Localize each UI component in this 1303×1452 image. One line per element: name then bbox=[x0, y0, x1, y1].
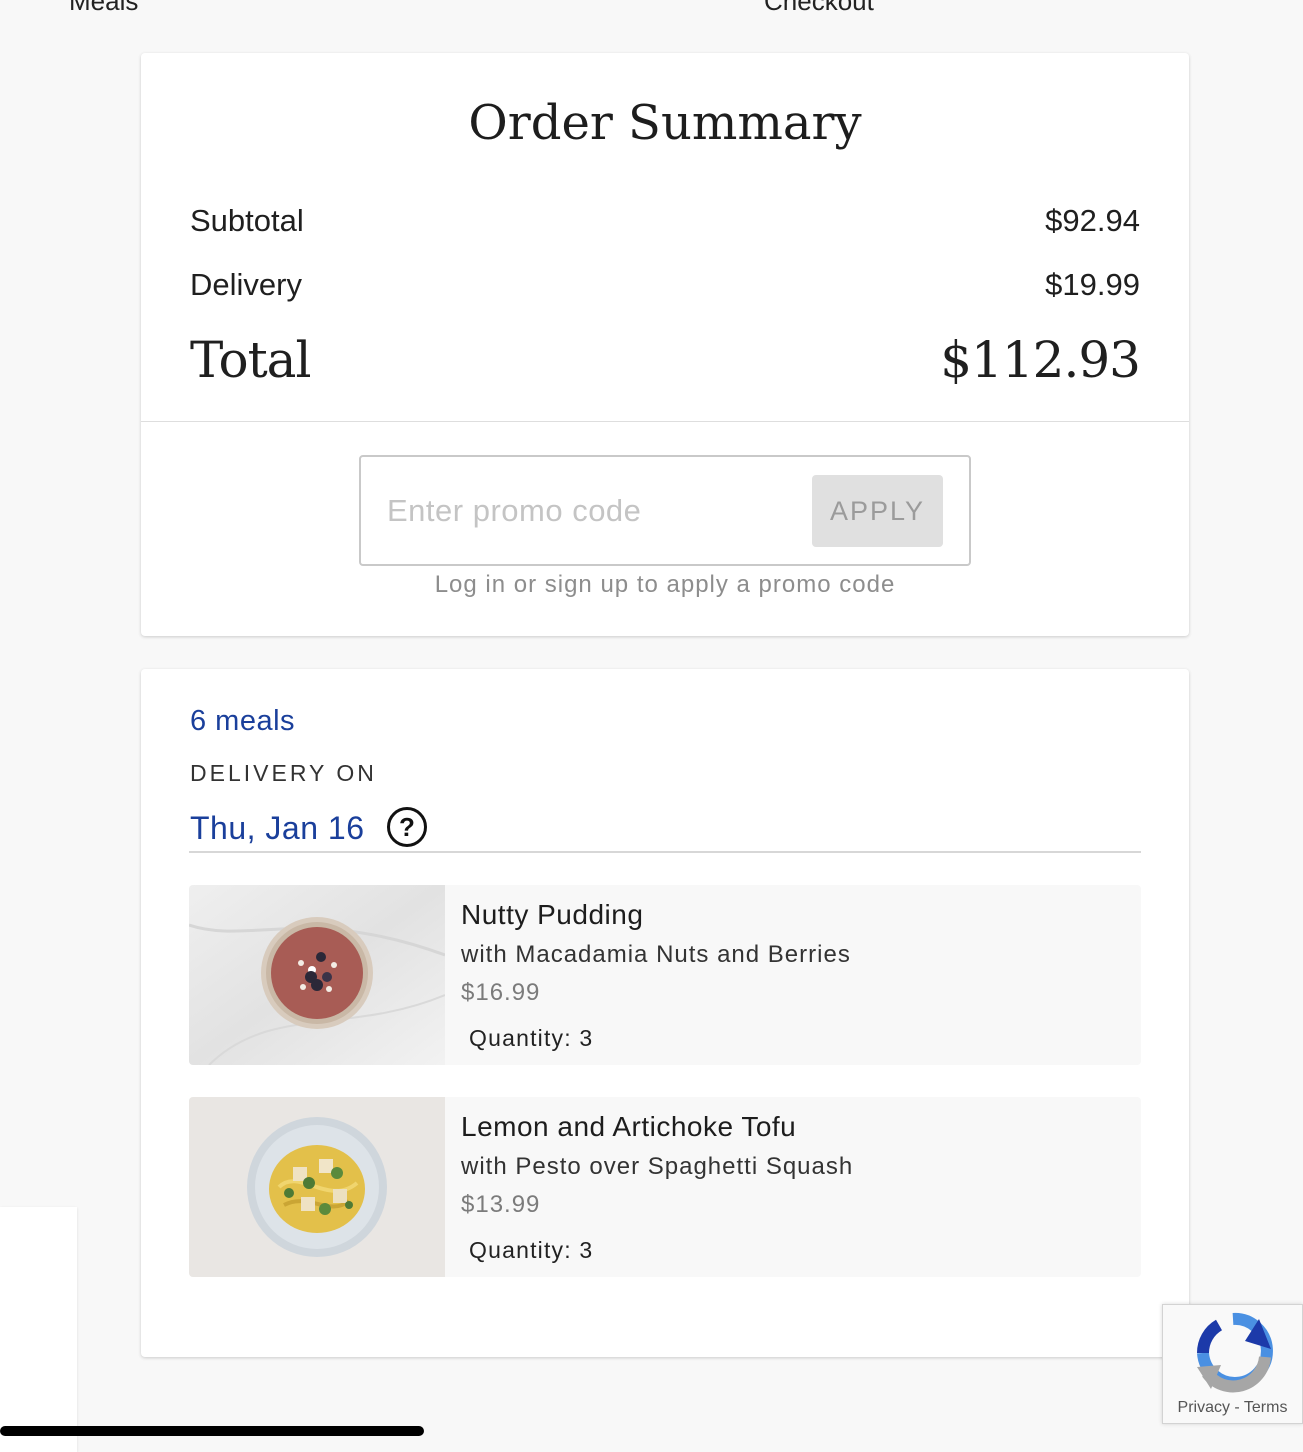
order-summary-card: Order Summary Subtotal $92.94 Delivery $… bbox=[141, 53, 1189, 636]
apply-promo-button[interactable]: APPLY bbox=[812, 475, 943, 547]
meal-name: Nutty Pudding bbox=[461, 899, 644, 930]
meal-price: $16.99 bbox=[461, 979, 541, 1006]
lemon-artichoke-tofu-image bbox=[189, 1097, 445, 1277]
total-label: Total bbox=[190, 331, 311, 389]
delivery-date-link[interactable]: Thu, Jan 16 bbox=[190, 810, 365, 847]
total-row: Total $112.93 bbox=[190, 331, 1141, 389]
delivery-on-label: DELIVERY ON bbox=[190, 760, 377, 786]
step-meals[interactable]: Meals bbox=[69, 0, 138, 17]
meal-description: with Pesto over Spaghetti Squash bbox=[461, 1153, 854, 1180]
subtotal-value: $92.94 bbox=[1045, 203, 1140, 238]
recaptcha-terms-link[interactable]: Terms bbox=[1244, 1399, 1288, 1416]
delivery-label: Delivery bbox=[190, 267, 302, 302]
promo-code-input[interactable] bbox=[385, 487, 805, 535]
meal-price: $13.99 bbox=[461, 1191, 541, 1218]
checkout-steps-nav: Meals Checkout bbox=[0, 0, 1303, 17]
recaptcha-privacy-link[interactable]: Privacy bbox=[1178, 1399, 1230, 1416]
order-meals-card: 6 meals DELIVERY ON Thu, Jan 16 ? Nutty … bbox=[141, 669, 1189, 1357]
meals-count-link[interactable]: 6 meals bbox=[190, 705, 295, 738]
promo-hint-text: Log in or sign up to apply a promo code bbox=[434, 571, 896, 598]
recaptcha-badge[interactable]: Privacy - Terms bbox=[1162, 1304, 1303, 1424]
step-checkout[interactable]: Checkout bbox=[764, 0, 874, 17]
delivery-value: $19.99 bbox=[1045, 267, 1140, 302]
subtotal-row: Subtotal $92.94 bbox=[190, 203, 1140, 239]
meal-description: with Macadamia Nuts and Berries bbox=[461, 941, 851, 968]
meal-name: Lemon and Artichoke Tofu bbox=[461, 1111, 797, 1142]
recaptcha-links: Privacy - Terms bbox=[1163, 1399, 1302, 1417]
recaptcha-link-separator: - bbox=[1229, 1399, 1244, 1416]
promo-code-box: APPLY bbox=[359, 455, 971, 566]
delivery-date-underline bbox=[189, 851, 1141, 853]
question-circle-icon[interactable]: ? bbox=[387, 807, 427, 847]
nutty-pudding-image bbox=[189, 885, 445, 1065]
summary-divider bbox=[141, 421, 1189, 422]
home-indicator-bar bbox=[0, 1426, 424, 1436]
meal-item: Lemon and Artichoke Tofu with Pesto over… bbox=[189, 1097, 1141, 1277]
side-panel bbox=[0, 1207, 77, 1452]
recaptcha-icon bbox=[1196, 1312, 1273, 1393]
meal-quantity: Quantity: 3 bbox=[469, 1237, 594, 1263]
delivery-row: Delivery $19.99 bbox=[190, 267, 1140, 303]
subtotal-label: Subtotal bbox=[190, 203, 304, 238]
meal-item: Nutty Pudding with Macadamia Nuts and Be… bbox=[189, 885, 1141, 1065]
order-summary-title: Order Summary bbox=[468, 95, 862, 151]
total-value: $112.93 bbox=[940, 331, 1141, 389]
meal-quantity: Quantity: 3 bbox=[469, 1025, 594, 1051]
